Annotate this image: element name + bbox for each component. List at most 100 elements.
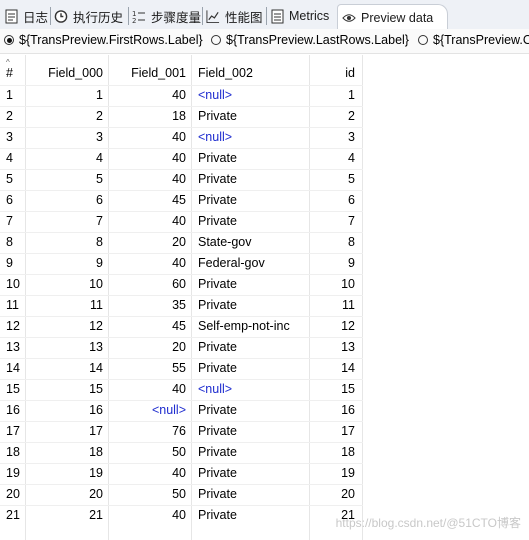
table-row[interactable]: 2 2 18 Private 2 [0, 106, 529, 127]
cell-field-002: Private [198, 466, 237, 480]
table-row[interactable]: 19 19 40 Private 19 [0, 463, 529, 484]
cell-field-000: 18 [89, 445, 103, 459]
cell-field-002: <null> [198, 88, 233, 102]
tab-metrics[interactable]: Metrics [270, 4, 329, 28]
cell-id: 18 [341, 445, 355, 459]
tab-execution-history[interactable]: 执行历史 [54, 4, 123, 28]
cell-row-number: 11 [6, 298, 19, 312]
cell-row-number: 18 [6, 445, 20, 459]
cell-row-number: 13 [6, 340, 20, 354]
cell-row-number: 7 [6, 214, 13, 228]
table-row[interactable]: 3 3 40 <null> 3 [0, 127, 529, 148]
table-row[interactable]: 11 11 35 Private 11 [0, 295, 529, 316]
cell-field-002: Private [198, 172, 237, 186]
preview-data-table: ^ # Field_000 Field_001 Field_002 id 114… [0, 55, 529, 540]
cell-field-000: 6 [96, 193, 103, 207]
cell-field-000: 12 [89, 319, 103, 333]
cell-id: 5 [348, 172, 355, 186]
cell-row-number: 4 [6, 151, 13, 165]
cell-row-number: 20 [6, 487, 20, 501]
table-row[interactable]: 8 8 20 State-gov 8 [0, 232, 529, 253]
cell-field-000: 14 [89, 361, 103, 375]
cell-field-000: 7 [96, 214, 103, 228]
tab-label: Metrics [289, 9, 330, 23]
cell-field-002: Private [198, 277, 237, 291]
table-row[interactable]: 1 1 40 <null> 1 [0, 85, 529, 106]
cell-field-001: 40 [172, 151, 186, 165]
cell-id: 14 [341, 361, 355, 375]
cell-id: 19 [341, 466, 355, 480]
radio-indicator[interactable] [418, 35, 428, 45]
table-row[interactable]: 16 16 <null> Private 16 [0, 400, 529, 421]
table-row[interactable]: 17 17 76 Private 17 [0, 421, 529, 442]
tab-label: Preview data [361, 10, 434, 25]
tab-preview-data[interactable]: Preview data [337, 4, 449, 30]
cell-field-001: 40 [172, 172, 186, 186]
table-row[interactable]: 10 10 60 Private 10 [0, 274, 529, 295]
cell-field-000: 15 [89, 382, 103, 396]
cell-field-002: Private [198, 403, 237, 417]
cell-id: 17 [341, 424, 355, 438]
cell-field-002: Private [198, 340, 237, 354]
cell-field-002: Private [198, 214, 237, 228]
table-row[interactable]: 20 20 50 Private 20 [0, 484, 529, 505]
cell-field-002: Private [198, 487, 237, 501]
cell-row-number: 14 [6, 361, 20, 375]
cell-row-number: 21 [6, 508, 20, 522]
table-row[interactable]: 5 5 40 Private 5 [0, 169, 529, 190]
table-row[interactable]: 14 14 55 Private 14 [0, 358, 529, 379]
tab-step-metrics[interactable]: 12 步骤度量 [132, 4, 201, 28]
radio-last-rows[interactable]: ${TransPreview.LastRows.Label} [211, 33, 409, 47]
cell-row-number: 8 [6, 235, 13, 249]
cell-id: 13 [341, 340, 355, 354]
table-row[interactable]: 18 18 50 Private 18 [0, 442, 529, 463]
cell-row-number: 12 [6, 319, 20, 333]
cell-field-000: 4 [96, 151, 103, 165]
cell-field-001: 60 [172, 277, 186, 291]
table-row[interactable]: 7 7 40 Private 7 [0, 211, 529, 232]
column-header-field-001[interactable]: Field_001 [113, 66, 186, 80]
radio-first-rows[interactable]: ${TransPreview.FirstRows.Label} [4, 33, 203, 47]
table-row[interactable]: 9 9 40 Federal-gov 9 [0, 253, 529, 274]
cell-field-000: 1 [96, 88, 103, 102]
column-header-row-number[interactable]: # [6, 66, 13, 80]
cell-row-number: 19 [6, 466, 20, 480]
cell-field-002: Private [198, 508, 237, 522]
column-header-field-000[interactable]: Field_000 [30, 66, 103, 80]
column-header-id[interactable]: id [314, 66, 355, 80]
cell-id: 1 [348, 88, 355, 102]
table-header: ^ # Field_000 Field_001 Field_002 id [0, 55, 529, 85]
cell-field-001: 76 [172, 424, 186, 438]
cell-id: 3 [348, 130, 355, 144]
cell-field-000: 5 [96, 172, 103, 186]
table-row[interactable]: 15 15 40 <null> 15 [0, 379, 529, 400]
cell-field-000: 3 [96, 130, 103, 144]
cell-field-001: 20 [172, 235, 186, 249]
table-row[interactable]: 13 13 20 Private 13 [0, 337, 529, 358]
cell-row-number: 10 [6, 277, 20, 291]
radio-indicator[interactable] [4, 35, 14, 45]
column-header-field-002[interactable]: Field_002 [198, 66, 253, 80]
cell-field-001: 35 [172, 298, 186, 312]
cell-field-000: 9 [96, 256, 103, 270]
cell-id: 11 [342, 298, 355, 312]
cell-field-001: 40 [172, 88, 186, 102]
cell-id: 16 [341, 403, 355, 417]
table-row[interactable]: 6 6 45 Private 6 [0, 190, 529, 211]
cell-id: 8 [348, 235, 355, 249]
tab-bar: 日志 执行历史 12 步骤度量 性能图 Metrics Preview data [0, 0, 529, 30]
tab-log[interactable]: 日志 [4, 4, 48, 28]
cell-field-001: <null> [151, 403, 186, 417]
cell-field-000: 11 [90, 298, 103, 312]
cell-row-number: 17 [6, 424, 20, 438]
cell-row-number: 5 [6, 172, 13, 186]
cell-field-000: 20 [89, 487, 103, 501]
tab-performance-chart[interactable]: 性能图 [206, 4, 263, 28]
radio-other[interactable]: ${TransPreview.O [418, 33, 529, 47]
cell-field-001: 40 [172, 466, 186, 480]
table-row[interactable]: 12 12 45 Self-emp-not-inc 12 [0, 316, 529, 337]
svg-text:2: 2 [132, 17, 136, 24]
radio-indicator[interactable] [211, 35, 221, 45]
preview-eye-icon [342, 10, 356, 26]
table-row[interactable]: 4 4 40 Private 4 [0, 148, 529, 169]
